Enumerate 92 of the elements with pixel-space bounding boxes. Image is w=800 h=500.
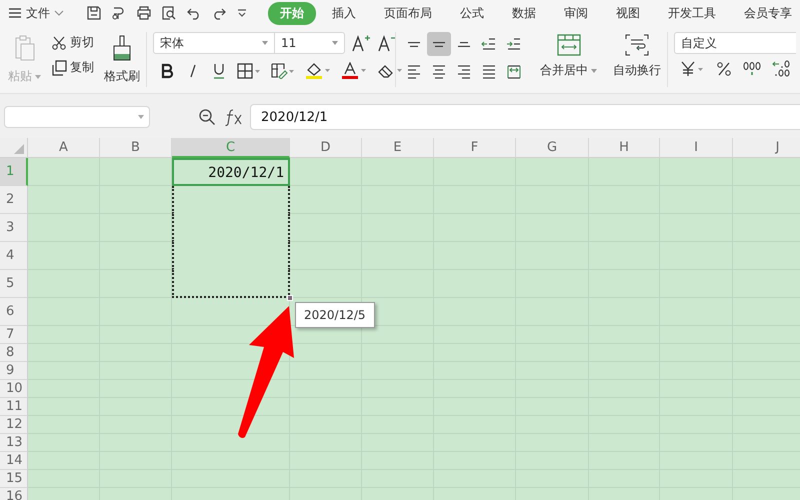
column-header[interactable]: D xyxy=(290,138,362,158)
row-header[interactable]: 9 xyxy=(0,362,28,380)
increase-decimal-icon[interactable] xyxy=(772,60,792,78)
bold-icon[interactable] xyxy=(159,63,175,79)
column-header[interactable]: A xyxy=(28,138,100,158)
row-header[interactable]: 4 xyxy=(0,242,28,270)
clipboard-icon xyxy=(12,34,36,62)
ribbon-tab[interactable]: 审阅 xyxy=(552,2,600,24)
font-size-dropdown[interactable]: 11 xyxy=(275,32,345,54)
font-color-icon[interactable] xyxy=(341,62,367,80)
ribbon-tab[interactable]: 开始 xyxy=(268,2,316,24)
corner-triangle-icon xyxy=(14,144,24,154)
column-header[interactable]: I xyxy=(660,138,733,158)
column-header[interactable]: C xyxy=(172,138,290,158)
middle-align-icon xyxy=(433,42,445,46)
fill-tooltip: 2020/12/5 xyxy=(295,302,375,328)
print-icon[interactable] xyxy=(136,5,152,21)
ribbon-tab[interactable]: 页面布局 xyxy=(372,2,444,24)
row-header[interactable]: 5 xyxy=(0,270,28,298)
outdent-align-icon xyxy=(481,36,497,52)
row-header[interactable]: 1 xyxy=(0,158,28,186)
justify-align-icon xyxy=(481,64,497,80)
cell-style-icon[interactable] xyxy=(271,63,295,79)
increase-font-size-icon[interactable] xyxy=(351,34,371,52)
wrap-text-icon xyxy=(625,34,649,56)
name-box[interactable] xyxy=(4,106,150,128)
column-header[interactable]: H xyxy=(589,138,660,158)
row-header[interactable]: 2 xyxy=(0,186,28,214)
zoom-out-icon[interactable] xyxy=(198,108,216,126)
caret-icon xyxy=(35,74,41,78)
file-menu[interactable]: 文件 xyxy=(8,4,70,22)
center-align-icon xyxy=(431,64,447,80)
underline-icon[interactable] xyxy=(211,62,227,80)
column-header[interactable]: E xyxy=(362,138,434,158)
top-align-icon xyxy=(408,42,420,46)
caret-icon xyxy=(332,41,338,45)
percent-icon[interactable] xyxy=(716,61,732,77)
copy-icon xyxy=(51,60,67,76)
row-header[interactable]: 14 xyxy=(0,452,28,470)
distributed-align-icon xyxy=(506,64,522,80)
row-header[interactable]: 11 xyxy=(0,398,28,416)
column-header[interactable]: G xyxy=(516,138,589,158)
function-icon[interactable] xyxy=(224,108,244,126)
dropdown-icon[interactable] xyxy=(236,7,248,19)
indent-align-icon xyxy=(506,36,522,52)
wrap-text-button[interactable]: 自动换行 xyxy=(611,32,663,81)
select-all-corner[interactable] xyxy=(0,138,28,158)
alignment-button[interactable] xyxy=(427,32,451,56)
ribbon-tab[interactable]: 开发工具 xyxy=(656,2,728,24)
ribbon-tab[interactable]: 数据 xyxy=(500,2,548,24)
copy-button[interactable]: 复制 xyxy=(51,59,94,76)
column-header[interactable]: B xyxy=(100,138,172,158)
merge-cells-icon xyxy=(556,34,580,56)
caret-icon xyxy=(138,115,144,119)
font-name-dropdown[interactable]: 宋体 xyxy=(153,32,275,54)
ribbon-tab[interactable]: 会员专享 xyxy=(732,2,800,24)
format-painter-button[interactable]: 格式刷 xyxy=(102,32,142,87)
row-header[interactable]: 12 xyxy=(0,416,28,434)
row-header[interactable]: 7 xyxy=(0,326,28,344)
fill-handle[interactable] xyxy=(287,295,293,301)
row-header[interactable]: 3 xyxy=(0,214,28,242)
chevron-icon xyxy=(54,10,64,16)
caret-icon xyxy=(591,68,597,72)
fill-color-icon[interactable] xyxy=(305,62,331,80)
formula-field[interactable]: 2020/12/1 xyxy=(250,104,800,130)
right-align-icon xyxy=(456,64,472,80)
column-header[interactable]: F xyxy=(434,138,516,158)
row-header[interactable]: 10 xyxy=(0,380,28,398)
row-header[interactable]: 6 xyxy=(0,298,28,326)
ribbon-tab[interactable]: 视图 xyxy=(604,2,652,24)
cut-button[interactable]: 剪切 xyxy=(51,34,94,51)
ribbon-tab[interactable]: 插入 xyxy=(320,2,368,24)
menu-icon xyxy=(8,7,22,19)
paint-brush-icon xyxy=(111,34,133,62)
sheet-cell[interactable] xyxy=(172,186,290,214)
thousands-separator-icon[interactable] xyxy=(742,61,762,77)
ribbon-tab[interactable]: 公式 xyxy=(448,2,496,24)
row-header[interactable]: 8 xyxy=(0,344,28,362)
borders-icon[interactable] xyxy=(237,63,261,79)
caret-icon xyxy=(262,41,268,45)
currency-icon[interactable] xyxy=(680,61,706,77)
left-align-icon xyxy=(406,64,422,80)
merge-center-button[interactable]: 合并居中 xyxy=(538,32,599,81)
sheet-cell[interactable] xyxy=(172,270,290,298)
decrease-font-size-icon[interactable] xyxy=(377,34,397,52)
scissors-icon xyxy=(51,34,67,50)
row-header[interactable]: 13 xyxy=(0,434,28,452)
bottom-align-icon xyxy=(458,42,470,46)
row-header[interactable]: 15 xyxy=(0,470,28,488)
print-preview-icon[interactable] xyxy=(161,5,177,21)
save-icon[interactable] xyxy=(86,5,102,21)
number-format-dropdown[interactable]: 自定义 xyxy=(674,32,796,54)
